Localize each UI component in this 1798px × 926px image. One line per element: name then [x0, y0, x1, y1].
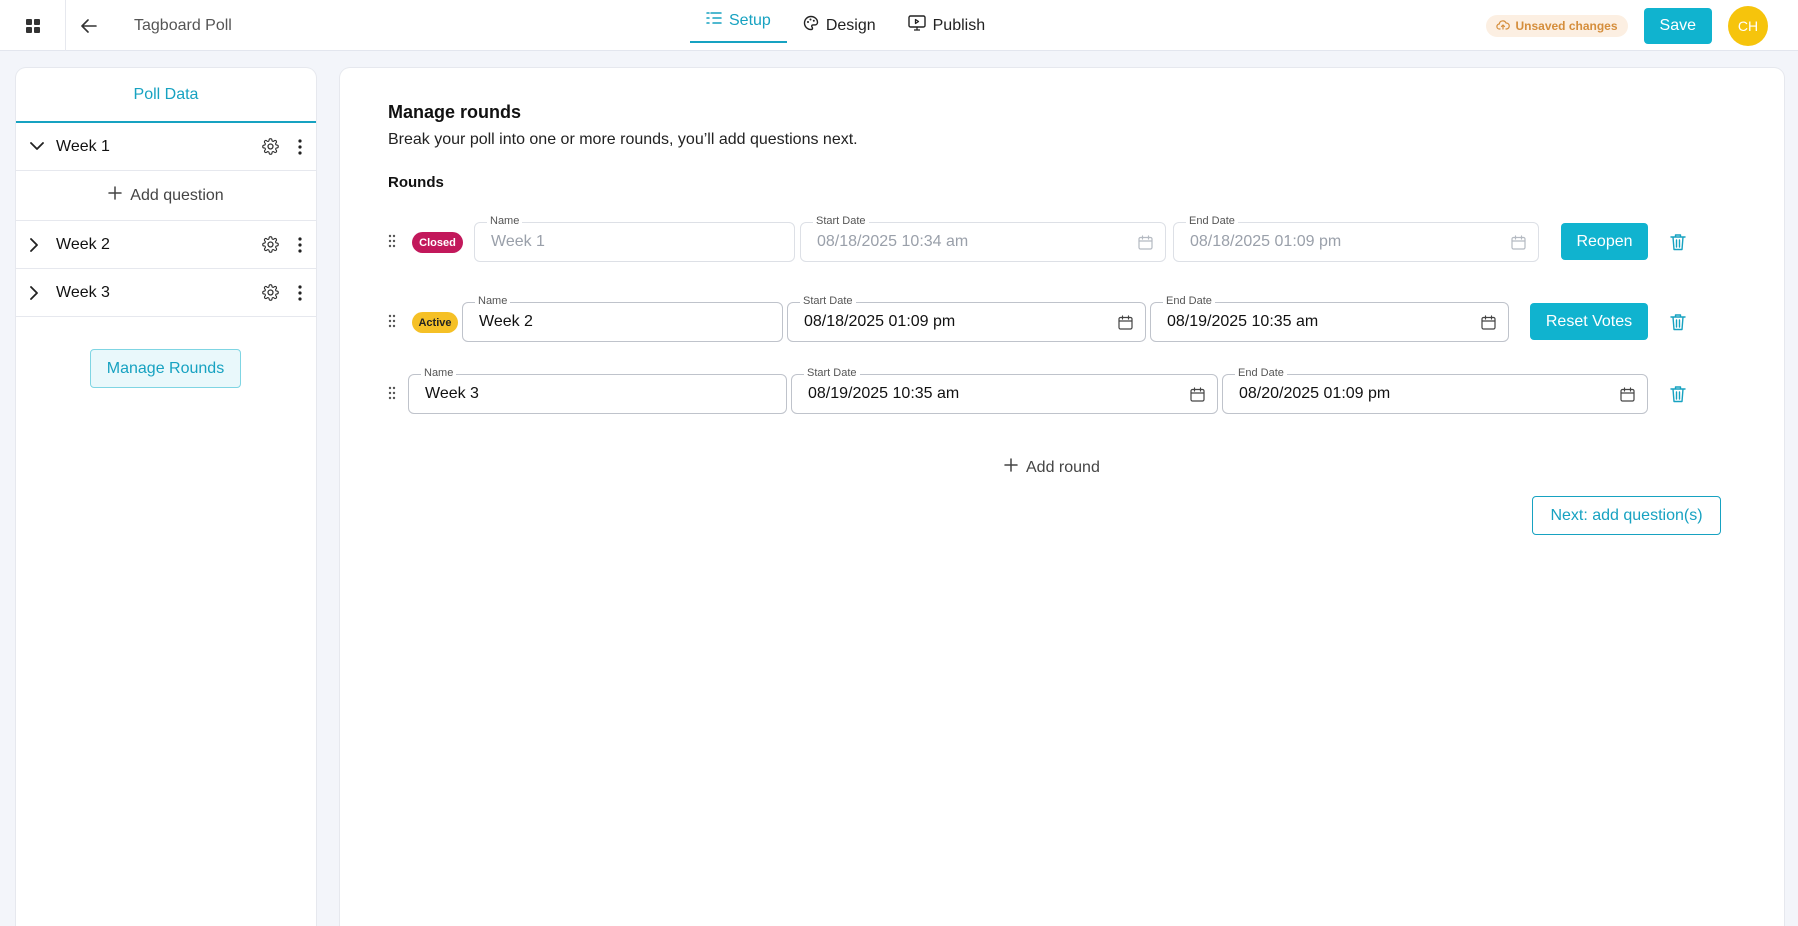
save-button[interactable]: Save [1643, 7, 1712, 44]
gear-icon[interactable] [262, 236, 282, 253]
sidebar-item-label: Week 1 [56, 137, 110, 155]
poll-data-panel: Poll Data Week 1 Add question Week 2 Wee… [16, 68, 316, 926]
trash-icon[interactable] [1670, 385, 1686, 408]
tab-design[interactable]: Design [787, 0, 892, 51]
poll-title: Tagboard Poll [134, 16, 232, 34]
trash-icon[interactable] [1670, 313, 1686, 336]
manage-rounds-panel: Manage rounds Break your poll into one o… [340, 68, 1784, 926]
add-round-button[interactable]: Add round [1004, 458, 1100, 477]
end-date-field[interactable]: End Date 08/20/2025 01:09 pm [1222, 366, 1648, 414]
sidebar-item-week-2[interactable]: Week 2 [16, 221, 316, 269]
next-add-questions-button[interactable]: Next: add question(s) [1532, 496, 1721, 535]
palette-icon [803, 15, 819, 36]
calendar-icon[interactable] [1620, 387, 1635, 407]
chevron-right-icon[interactable] [30, 237, 46, 252]
more-options-icon[interactable] [294, 138, 306, 155]
calendar-icon[interactable] [1118, 315, 1133, 335]
round-name-field[interactable]: Name Week 3 [408, 366, 787, 414]
drag-handle-icon[interactable] [388, 234, 398, 253]
round-name-field[interactable]: Name Week 2 [462, 294, 783, 342]
plus-icon [108, 186, 123, 205]
monitor-icon [907, 15, 926, 36]
rounds-heading: Rounds [388, 174, 444, 191]
sidebar-item-week-3[interactable]: Week 3 [16, 269, 316, 317]
trash-icon[interactable] [1670, 233, 1686, 256]
calendar-icon[interactable] [1511, 235, 1526, 255]
cloud-upload-icon [1496, 19, 1511, 33]
calendar-icon[interactable] [1138, 235, 1153, 255]
status-badge: Closed [412, 232, 463, 253]
reopen-button[interactable]: Reopen [1561, 223, 1648, 260]
top-bar: Tagboard Poll Setup Design Publish Unsav… [0, 0, 1798, 51]
page-title: Manage rounds [388, 102, 522, 122]
more-options-icon[interactable] [294, 284, 306, 301]
start-date-field[interactable]: Start Date 08/18/2025 10:34 am [800, 214, 1166, 262]
drag-handle-icon[interactable] [388, 386, 398, 405]
poll-data-tab[interactable]: Poll Data [16, 68, 316, 123]
reset-votes-button[interactable]: Reset Votes [1530, 303, 1648, 340]
sidebar-item-label: Week 3 [56, 283, 110, 301]
end-date-field[interactable]: End Date 08/19/2025 10:35 am [1150, 294, 1509, 342]
chevron-right-icon[interactable] [30, 285, 46, 300]
round-name-field[interactable]: Name Week 1 [474, 214, 795, 262]
calendar-icon[interactable] [1190, 387, 1205, 407]
end-date-field[interactable]: End Date 08/18/2025 01:09 pm [1173, 214, 1539, 262]
avatar[interactable]: CH [1728, 5, 1768, 46]
round-row-1: Closed Name Week 1 Start Date 08/18/2025… [388, 214, 1686, 262]
sidebar-item-week-1[interactable]: Week 1 [16, 123, 316, 171]
back-arrow-icon[interactable] [66, 0, 112, 51]
start-date-field[interactable]: Start Date 08/19/2025 10:35 am [791, 366, 1218, 414]
tab-setup[interactable]: Setup [690, 0, 787, 43]
unsaved-changes-badge: Unsaved changes [1486, 14, 1628, 37]
drag-handle-icon[interactable] [388, 314, 398, 333]
round-row-3: Name Week 3 Start Date 08/19/2025 10:35 … [388, 366, 1686, 414]
manage-rounds-button[interactable]: Manage Rounds [90, 349, 241, 388]
gear-icon[interactable] [262, 138, 282, 155]
round-row-2: Active Name Week 2 Start Date 08/18/2025… [388, 294, 1686, 342]
app-grid-icon[interactable] [0, 0, 66, 51]
gear-icon[interactable] [262, 284, 282, 301]
add-question-button[interactable]: Add question [16, 171, 316, 221]
main-tabs: Setup Design Publish [690, 0, 1001, 51]
chevron-down-icon[interactable] [30, 142, 46, 151]
start-date-field[interactable]: Start Date 08/18/2025 01:09 pm [787, 294, 1146, 342]
plus-icon [1004, 458, 1018, 477]
tab-publish[interactable]: Publish [892, 0, 1001, 51]
list-icon [706, 11, 722, 30]
sidebar-item-label: Week 2 [56, 235, 110, 253]
page-subtitle: Break your poll into one or more rounds,… [388, 131, 858, 148]
status-badge: Active [412, 312, 458, 333]
more-options-icon[interactable] [294, 236, 306, 253]
calendar-icon[interactable] [1481, 315, 1496, 335]
